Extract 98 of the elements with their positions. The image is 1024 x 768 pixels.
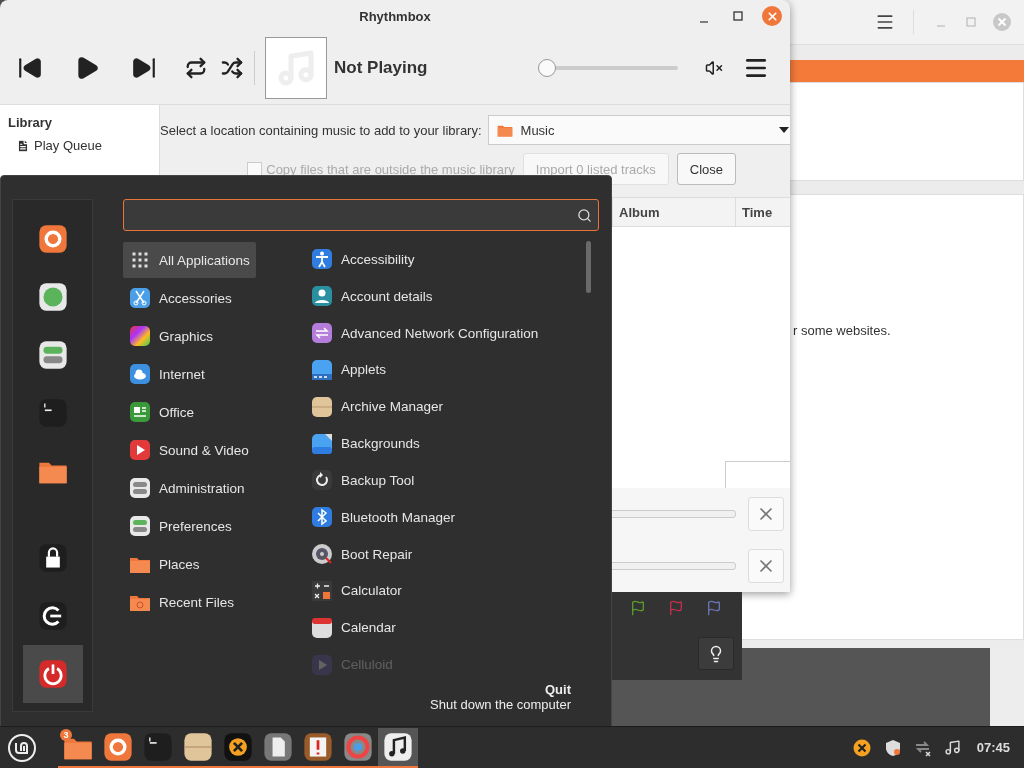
dots-icon[interactable] — [37, 282, 68, 312]
panel-icon — [311, 358, 333, 381]
bluetooth-icon — [311, 506, 333, 529]
alert-icon — [303, 731, 333, 762]
lightbulb-button[interactable] — [698, 637, 734, 670]
close-icon — [765, 9, 779, 23]
app-item[interactable]: Calculator — [305, 573, 408, 609]
volume-slider[interactable] — [538, 58, 678, 78]
maximize-icon — [733, 11, 743, 21]
taskbar-launcher[interactable] — [378, 727, 418, 768]
close-button[interactable] — [762, 6, 782, 26]
refresh-icon — [311, 469, 333, 492]
toggles-icon — [129, 515, 151, 537]
app-item[interactable]: Backgrounds — [305, 426, 426, 461]
album-art — [265, 37, 327, 99]
document-icon — [263, 731, 293, 762]
toggles-icon — [129, 477, 151, 499]
location-label: Select a location containing music to add to your library: — [160, 122, 482, 138]
location-dropdown[interactable]: Music — [487, 115, 790, 145]
window-title: Rhythmbox — [359, 8, 431, 24]
browser-icon — [103, 731, 133, 762]
lock-icon[interactable] — [37, 543, 68, 573]
toggles-icon — [37, 340, 68, 370]
flag-icon[interactable] — [630, 600, 646, 616]
category-item[interactable]: All Applications — [123, 242, 256, 278]
cross-circle-icon[interactable] — [851, 737, 872, 758]
minimize-icon — [700, 21, 708, 23]
repeat-icon — [185, 57, 207, 79]
flag-icon[interactable] — [706, 600, 722, 616]
app-item[interactable]: Accessibility — [305, 242, 421, 277]
status-title: Quit — [545, 682, 571, 697]
document-icon — [129, 401, 151, 423]
sidebar-item[interactable]: Play Queue — [8, 138, 151, 153]
menu-icon[interactable] — [875, 12, 895, 32]
cancel-button[interactable] — [748, 497, 784, 531]
cloud-icon — [129, 363, 151, 385]
app-item[interactable]: Archive Manager — [305, 389, 450, 425]
caret-icon — [778, 126, 790, 134]
category-item[interactable]: Internet — [123, 356, 211, 392]
ring-icon — [343, 731, 373, 762]
scrollbar[interactable] — [586, 241, 591, 293]
calendar-icon — [311, 616, 333, 639]
document-icon — [16, 138, 30, 153]
favorite-item[interactable] — [22, 645, 83, 703]
notification-badge: 3 — [60, 728, 72, 741]
user-icon — [311, 285, 333, 308]
category-item[interactable]: Office — [123, 394, 200, 430]
category-item[interactable]: Accessories — [123, 280, 238, 316]
clock[interactable]: 07:45 — [976, 740, 1010, 755]
person-icon — [311, 248, 333, 271]
box-icon — [183, 731, 213, 762]
next-icon — [131, 55, 157, 81]
body-text: r some websites. — [793, 323, 891, 338]
play-icon — [311, 653, 333, 676]
app-item[interactable]: Account details — [305, 278, 439, 314]
category-item[interactable]: Places — [123, 546, 206, 582]
browser-icon[interactable] — [37, 224, 68, 254]
shield-icon[interactable] — [883, 738, 902, 757]
track-title: Not Playing — [334, 58, 428, 78]
app-item[interactable]: Backup Tool — [305, 462, 421, 498]
rainbow-icon — [129, 325, 151, 347]
arrows-icon — [311, 322, 333, 345]
logout-icon[interactable] — [37, 601, 68, 631]
music-note-icon[interactable] — [943, 739, 961, 756]
maximize-icon — [966, 17, 976, 27]
app-item[interactable]: Applets — [305, 352, 393, 388]
app-item[interactable]: Advanced Network Configuration — [305, 315, 545, 351]
shuffle-icon — [221, 57, 243, 79]
music-note-icon — [383, 731, 413, 762]
action-button[interactable]: Close — [676, 153, 736, 185]
category-item[interactable]: Graphics — [123, 318, 220, 354]
network-icon[interactable] — [913, 738, 932, 757]
previous-icon — [17, 55, 43, 81]
disc-icon — [311, 543, 333, 566]
slider-thumb[interactable] — [538, 59, 556, 77]
terminal-icon[interactable] — [37, 398, 68, 428]
minimize-icon — [937, 25, 945, 27]
category-item[interactable]: Sound & Video — [123, 432, 255, 468]
search-field[interactable] — [123, 199, 599, 231]
app-item[interactable]: Boot Repair — [305, 536, 419, 572]
status-description: Shut down the computer — [430, 697, 571, 712]
image-icon — [311, 432, 333, 455]
search-icon — [577, 207, 592, 223]
category-item[interactable]: Preferences — [123, 508, 238, 544]
sidebar-heading: Library — [8, 115, 54, 130]
category-item[interactable]: Recent Files — [123, 584, 241, 620]
play-icon — [129, 439, 151, 461]
category-item[interactable]: Administration — [123, 470, 251, 506]
column-header[interactable]: Time — [735, 198, 790, 226]
muted-speaker-icon — [705, 59, 723, 77]
terminal-icon — [143, 731, 173, 762]
calculator-icon — [311, 579, 333, 602]
box-icon — [311, 395, 333, 418]
app-item[interactable]: Bluetooth Manager — [305, 499, 462, 535]
cancel-button[interactable] — [748, 549, 784, 583]
power-icon[interactable] — [37, 659, 68, 689]
app-item[interactable]: Calendar — [305, 610, 402, 646]
scissors-icon — [129, 287, 151, 309]
